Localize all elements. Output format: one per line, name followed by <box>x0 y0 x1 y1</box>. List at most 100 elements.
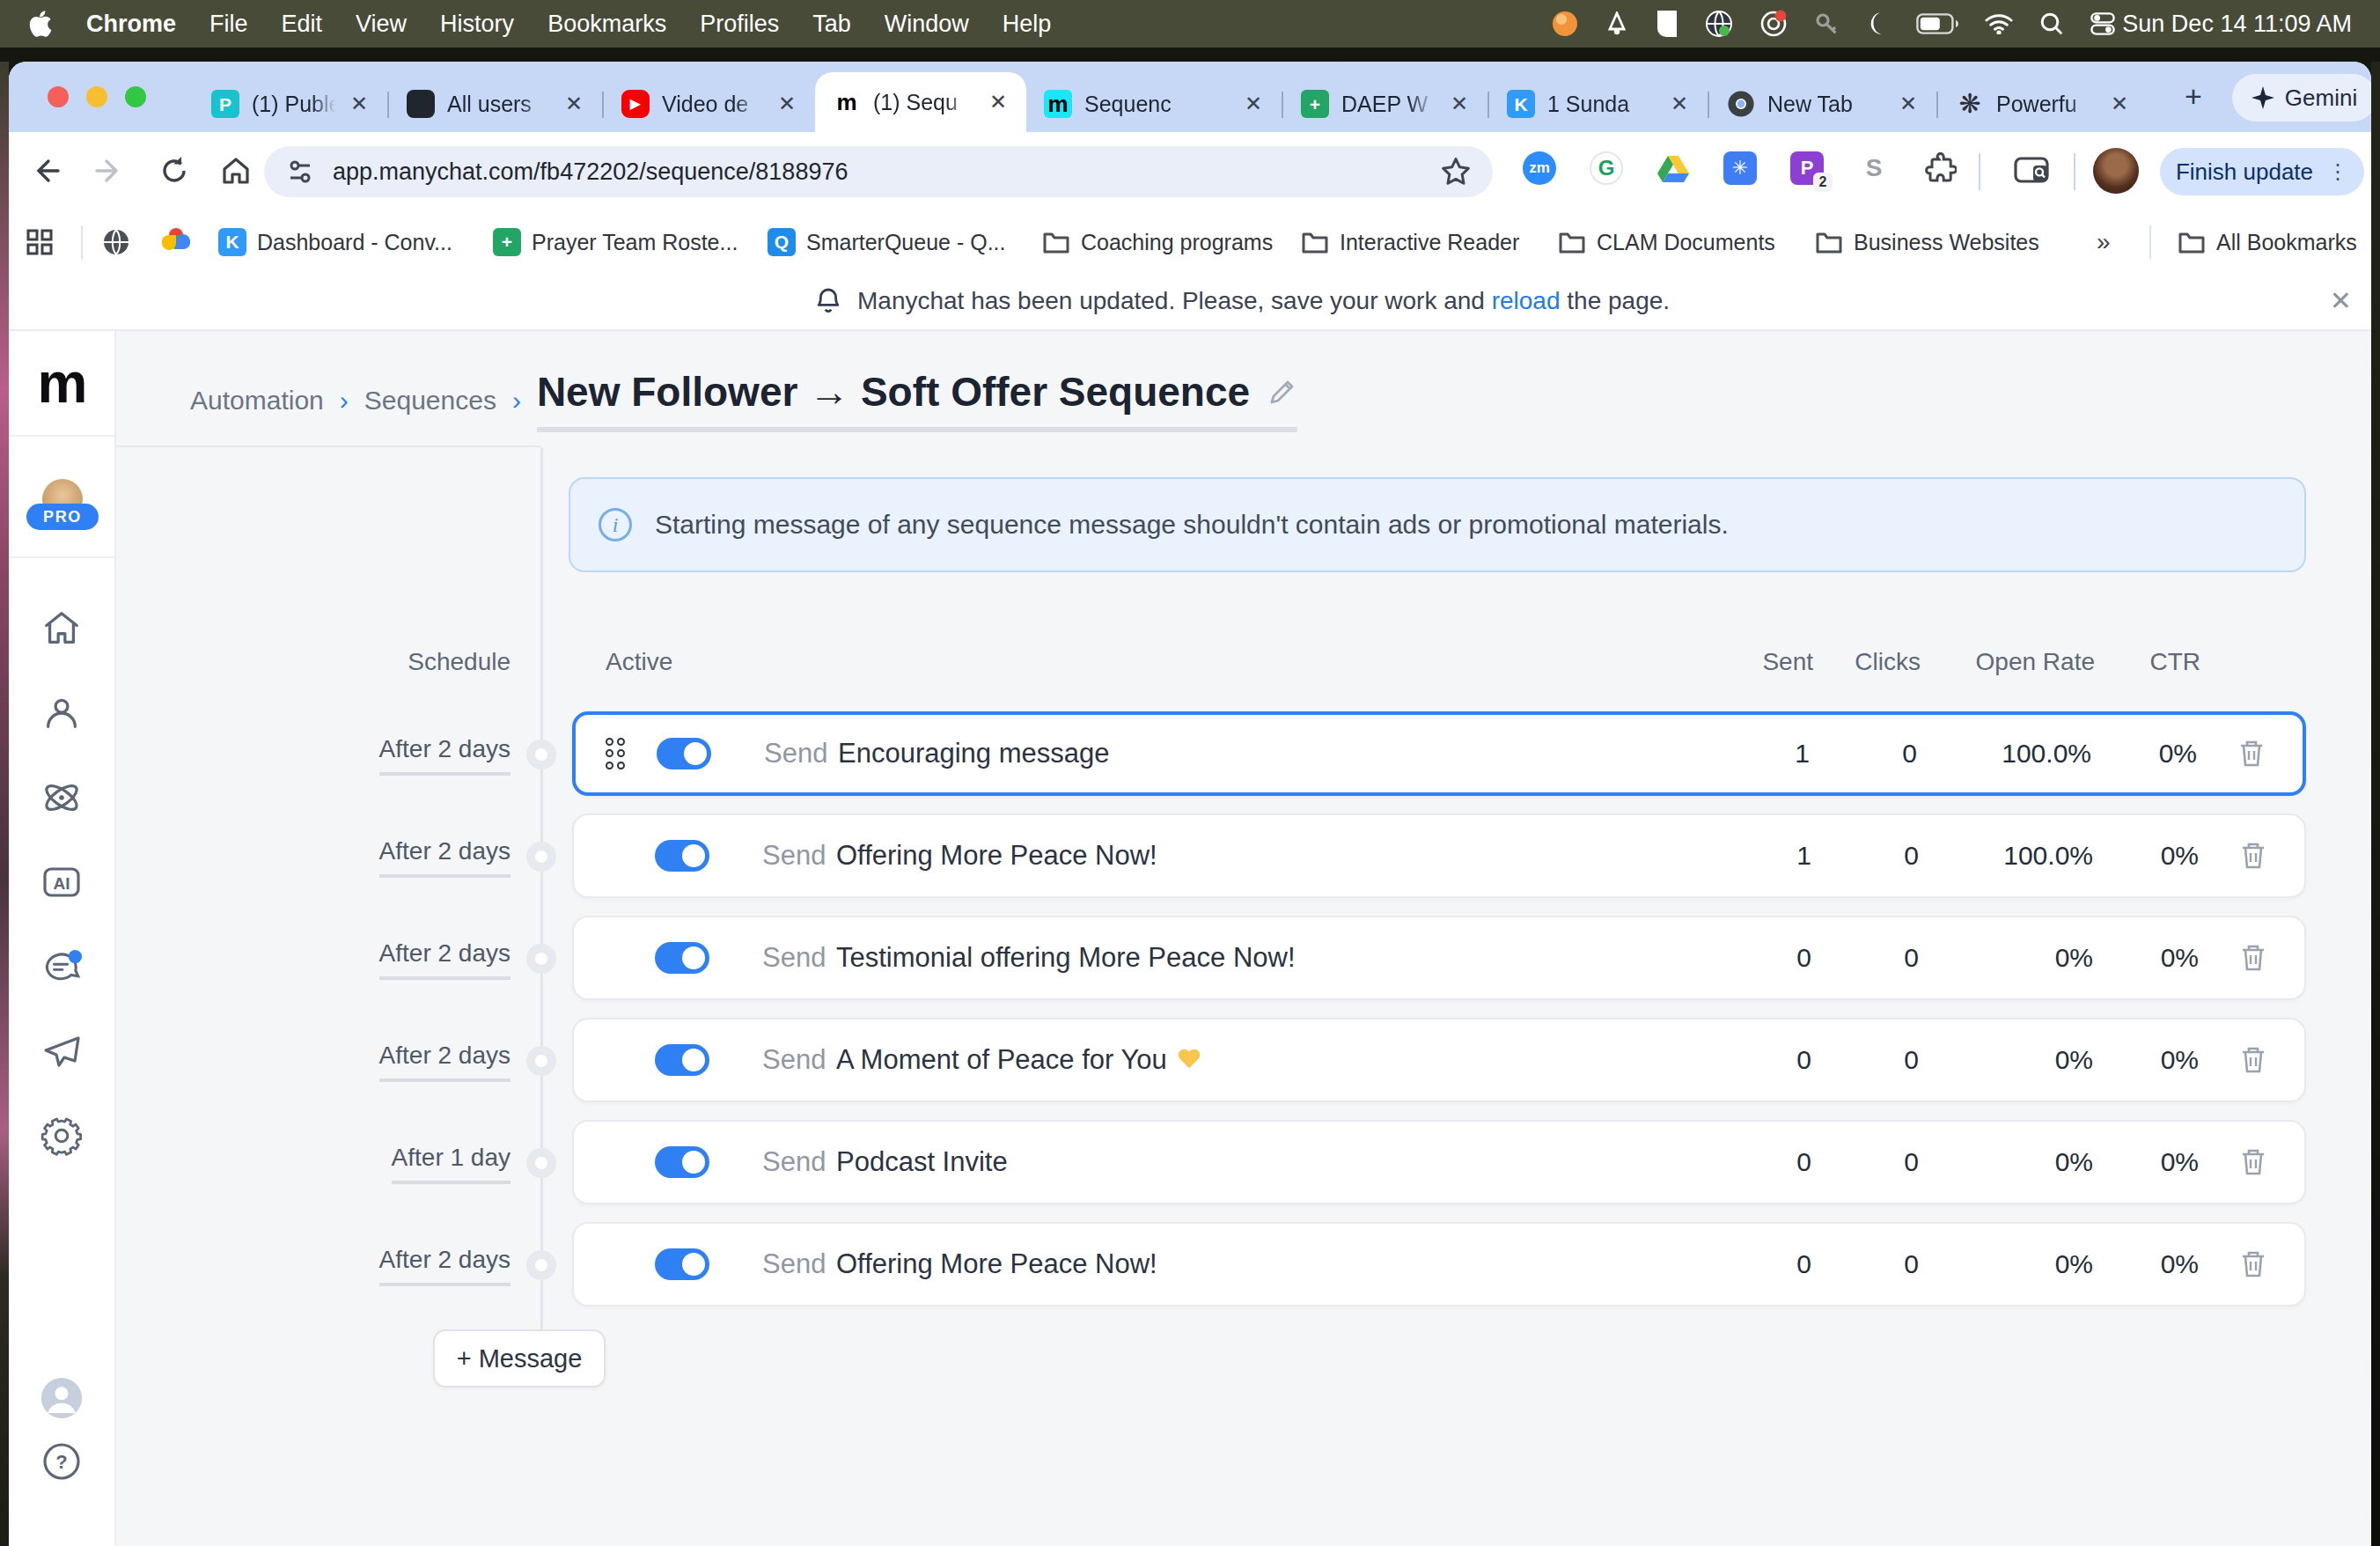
sidebar-settings-icon[interactable] <box>40 1115 83 1157</box>
message-card[interactable]: Send Offering More Peace Now! 1 0 100.0%… <box>572 813 2306 898</box>
menu-file[interactable]: File <box>209 11 248 38</box>
delete-icon[interactable] <box>2239 740 2264 768</box>
message-title[interactable]: Offering More Peace Now! <box>836 840 1157 872</box>
active-toggle[interactable] <box>657 738 711 769</box>
tab-video[interactable]: ▶ Video de ✕ <box>604 76 815 132</box>
menubar-notion-icon[interactable] <box>1656 11 1678 37</box>
s-extension-icon[interactable]: S <box>1857 151 1891 185</box>
home-icon[interactable] <box>217 151 255 190</box>
menu-help[interactable]: Help <box>1003 11 1052 38</box>
sidebar-contacts-icon[interactable] <box>40 692 83 734</box>
bookmark-folder-business[interactable]: Business Websites <box>1815 211 2039 273</box>
sidebar-broadcast-icon[interactable] <box>40 1032 83 1074</box>
snowflake-extension-icon[interactable]: ✳ <box>1723 151 1757 185</box>
active-toggle[interactable] <box>655 942 709 974</box>
message-title[interactable]: Podcast Invite <box>836 1146 1008 1178</box>
delete-icon[interactable] <box>2241 842 2266 870</box>
active-toggle[interactable] <box>655 1248 709 1280</box>
tab-publer[interactable]: P (1) Puble ✕ <box>194 76 387 132</box>
menubar-app-icon-orange[interactable] <box>1552 11 1578 37</box>
traffic-light-close[interactable] <box>48 86 69 107</box>
sidebar-home-icon[interactable] <box>40 607 83 650</box>
account-switcher[interactable]: PRO <box>9 437 114 558</box>
tab-close-icon[interactable]: ✕ <box>984 88 1012 116</box>
tab-close-icon[interactable]: ✕ <box>1445 90 1473 118</box>
menubar-search-icon[interactable] <box>2039 11 2064 36</box>
tab-sequences[interactable]: m Sequenc ✕ <box>1026 76 1282 132</box>
breadcrumb-automation[interactable]: Automation <box>190 386 324 416</box>
delete-icon[interactable] <box>2241 1046 2266 1074</box>
site-settings-icon[interactable] <box>285 157 315 187</box>
sidebar-chats-icon[interactable] <box>40 947 83 990</box>
bookmark-folder-interactive-reader[interactable]: Interactive Reader <box>1301 211 1519 273</box>
profile-avatar[interactable] <box>2093 148 2139 194</box>
message-card[interactable]: Send Encouraging message 1 0 100.0% 0% <box>572 711 2306 796</box>
tab-daep[interactable]: + DAEP W ✕ <box>1283 76 1488 132</box>
address-bar[interactable]: app.manychat.com/fb472202/sequence/81889… <box>264 146 1493 197</box>
menu-bookmarks[interactable]: Bookmarks <box>547 11 666 38</box>
tab-close-icon[interactable]: ✕ <box>1239 90 1267 118</box>
menubar-badge-icon[interactable] <box>1759 10 1788 38</box>
schedule-delay[interactable]: After 1 day <box>239 1140 511 1184</box>
schedule-delay[interactable]: After 2 days <box>239 936 511 980</box>
bookmark-folder-clam[interactable]: CLAM Documents <box>1558 211 1775 273</box>
schedule-delay[interactable]: After 2 days <box>239 1242 511 1286</box>
all-bookmarks[interactable]: All Bookmarks <box>2178 211 2357 273</box>
menubar-moon-icon[interactable] <box>1865 11 1890 36</box>
menu-history[interactable]: History <box>440 11 514 38</box>
menu-profiles[interactable]: Profiles <box>700 11 779 38</box>
tab-new-tab[interactable]: New Tab ✕ <box>1709 76 1936 132</box>
reload-icon[interactable] <box>155 151 194 190</box>
manychat-logo[interactable]: m <box>9 331 114 437</box>
sidebar-automation-icon[interactable] <box>40 777 83 819</box>
tab-sequence-active[interactable]: m (1) Sequ ✕ <box>815 72 1026 132</box>
schedule-delay[interactable]: After 2 days <box>239 732 511 776</box>
tab-close-icon[interactable]: ✕ <box>560 90 588 118</box>
menubar-battery-icon[interactable] <box>1916 13 1958 34</box>
delete-icon[interactable] <box>2241 944 2266 972</box>
message-card[interactable]: Send Podcast Invite 0 0 0% 0% <box>572 1120 2306 1204</box>
grammarly-extension-icon[interactable]: G <box>1590 151 1623 185</box>
tab-all-users[interactable]: All users ✕ <box>389 76 602 132</box>
edit-pencil-icon[interactable] <box>1267 377 1297 407</box>
menu-chrome[interactable]: Chrome <box>86 11 176 38</box>
drag-handle-icon[interactable] <box>604 736 627 771</box>
traffic-light-zoom[interactable] <box>125 86 146 107</box>
apple-menu-icon[interactable] <box>28 10 53 38</box>
menubar-globe-icon[interactable] <box>1705 10 1733 38</box>
message-title[interactable]: Offering More Peace Now! <box>836 1248 1157 1280</box>
bookmark-smarterqueue[interactable]: Q SmarterQueue - Q... <box>768 211 1005 273</box>
bookmark-dashboard[interactable]: K Dashboard - Conv... <box>218 211 452 273</box>
new-tab-button[interactable]: + <box>2171 83 2216 113</box>
extensions-puzzle-icon[interactable] <box>1924 151 1958 185</box>
sidebar-help-icon[interactable]: ? <box>40 1440 83 1483</box>
tab-close-icon[interactable]: ✕ <box>345 90 373 118</box>
apps-grid-icon[interactable] <box>26 211 53 273</box>
sidebar-ai-icon[interactable]: AI <box>40 861 83 903</box>
zoom-extension-icon[interactable]: zm <box>1523 151 1556 185</box>
active-toggle[interactable] <box>655 1044 709 1076</box>
search-tabs-icon[interactable] <box>2012 151 2051 190</box>
bookmark-prayer-team[interactable]: + Prayer Team Roste... <box>493 211 738 273</box>
breadcrumb-sequences[interactable]: Sequences <box>364 386 496 416</box>
menubar-wifi-icon[interactable] <box>1985 13 2013 34</box>
bookmark-folder-coaching[interactable]: Coaching programs <box>1042 211 1273 273</box>
schedule-delay[interactable]: After 2 days <box>239 1038 511 1082</box>
menubar-control-center-icon[interactable] <box>2090 12 2115 35</box>
traffic-light-minimize[interactable] <box>86 86 107 107</box>
menu-view[interactable]: View <box>356 11 407 38</box>
active-toggle[interactable] <box>655 1146 709 1178</box>
delete-icon[interactable] <box>2241 1148 2266 1176</box>
active-toggle[interactable] <box>655 840 709 872</box>
delete-icon[interactable] <box>2241 1250 2266 1278</box>
drive-extension-icon[interactable] <box>1656 151 1690 185</box>
notification-close-icon[interactable]: ✕ <box>2330 285 2352 316</box>
menubar-key-icon[interactable] <box>1814 11 1839 36</box>
menu-edit[interactable]: Edit <box>282 11 323 38</box>
p-extension-icon[interactable]: P2 <box>1790 151 1824 185</box>
sidebar-profile-avatar[interactable] <box>40 1377 83 1419</box>
tab-powerful[interactable]: ❋ Powerfu ✕ <box>1938 76 2148 132</box>
browser-menu-dots-icon[interactable]: ⋮ <box>2327 161 2348 182</box>
schedule-delay[interactable]: After 2 days <box>239 834 511 878</box>
message-card[interactable]: Send Testimonial offering More Peace Now… <box>572 916 2306 1000</box>
